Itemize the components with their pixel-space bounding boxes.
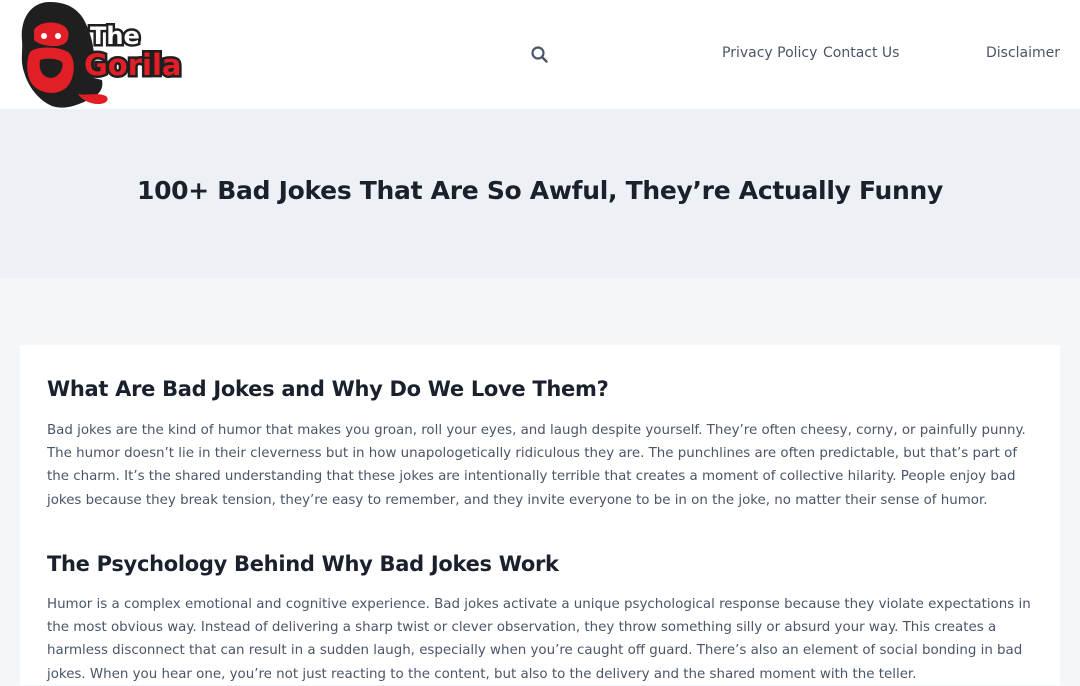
article-content: What Are Bad Jokes and Why Do We Love Th… xyxy=(20,345,1060,685)
section-heading: What Are Bad Jokes and Why Do We Love Th… xyxy=(47,377,609,401)
section-paragraph: Bad jokes are the kind of humor that mak… xyxy=(47,423,1026,508)
page-title: 100+ Bad Jokes That Are So Awful, They’r… xyxy=(136,176,944,205)
section-heading: The Psychology Behind Why Bad Jokes Work xyxy=(47,552,559,576)
nav-link-privacy-policy[interactable]: Privacy Policy xyxy=(722,45,817,61)
gorilla-head-icon: The Gorila xyxy=(21,2,184,108)
site-header: The Gorila Privacy Policy Contact Us Dis… xyxy=(0,0,1080,109)
site-logo[interactable]: The Gorila xyxy=(18,0,193,109)
svg-text:Gorila: Gorila xyxy=(84,48,181,82)
nav-link-disclaimer[interactable]: Disclaimer xyxy=(986,45,1060,61)
search-button[interactable] xyxy=(529,44,551,66)
page-title-banner: 100+ Bad Jokes That Are So Awful, They’r… xyxy=(0,109,1080,278)
search-icon xyxy=(531,46,548,63)
svg-text:The: The xyxy=(90,22,140,50)
nav-link-contact-us[interactable]: Contact Us xyxy=(823,45,899,61)
section-paragraph: Humor is a complex emotional and cogniti… xyxy=(47,597,1031,682)
